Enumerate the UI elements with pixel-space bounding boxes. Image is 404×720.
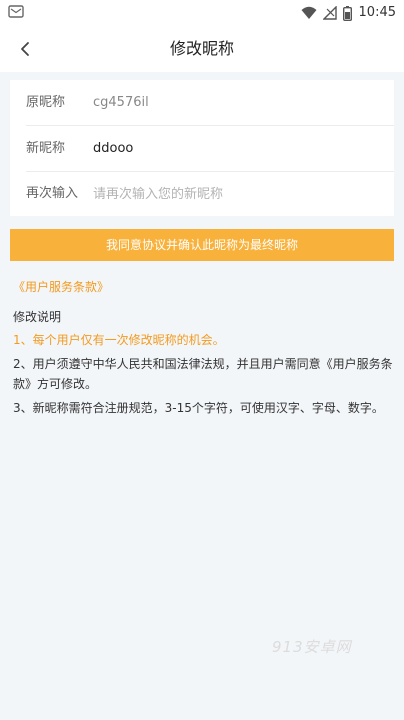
instruction-item: 3、新昵称需符合注册规范，3-15个字符，可使用汉字、字母、数字。 [13, 401, 384, 415]
new-nickname-label: 新昵称 [26, 141, 66, 156]
instructions-title: 修改说明 [13, 310, 62, 324]
watermark: 913安卓网 [272, 638, 352, 656]
original-nickname-value: cg4576il [93, 95, 149, 110]
instruction-item: 1、每个用户仅有一次修改昵称的机会。 [13, 333, 225, 347]
system-icons [301, 5, 352, 21]
confirm-nickname-row: 再次输入 [10, 172, 394, 216]
status-time: 10:45 [358, 5, 396, 20]
original-nickname-label: 原昵称 [26, 95, 66, 110]
terms-of-service-link[interactable]: 《用户服务条款》 [13, 278, 109, 296]
nav-bar: 修改昵称 [0, 26, 404, 72]
page-title: 修改昵称 [169, 39, 234, 58]
nickname-form: 原昵称 cg4576il 新昵称 再次输入 [10, 80, 394, 216]
status-bar: 10:45 [0, 0, 404, 26]
new-nickname-row: 新昵称 [10, 126, 394, 171]
confirm-nickname-input[interactable] [93, 180, 373, 208]
instruction-item: 2、用户须遵守中华人民共和国法律法规，并且用户需同意《用户服务条款》方可修改。 [13, 357, 393, 391]
notification-icon [8, 5, 24, 18]
confirm-agree-button[interactable]: 我同意协议并确认此昵称为最终昵称 [10, 229, 394, 261]
wifi-icon [301, 6, 317, 19]
battery-icon [343, 5, 352, 21]
original-nickname-row: 原昵称 cg4576il [10, 80, 394, 125]
confirm-nickname-label: 再次输入 [26, 186, 79, 201]
new-nickname-input[interactable] [93, 134, 373, 162]
no-sim-icon [323, 6, 337, 20]
